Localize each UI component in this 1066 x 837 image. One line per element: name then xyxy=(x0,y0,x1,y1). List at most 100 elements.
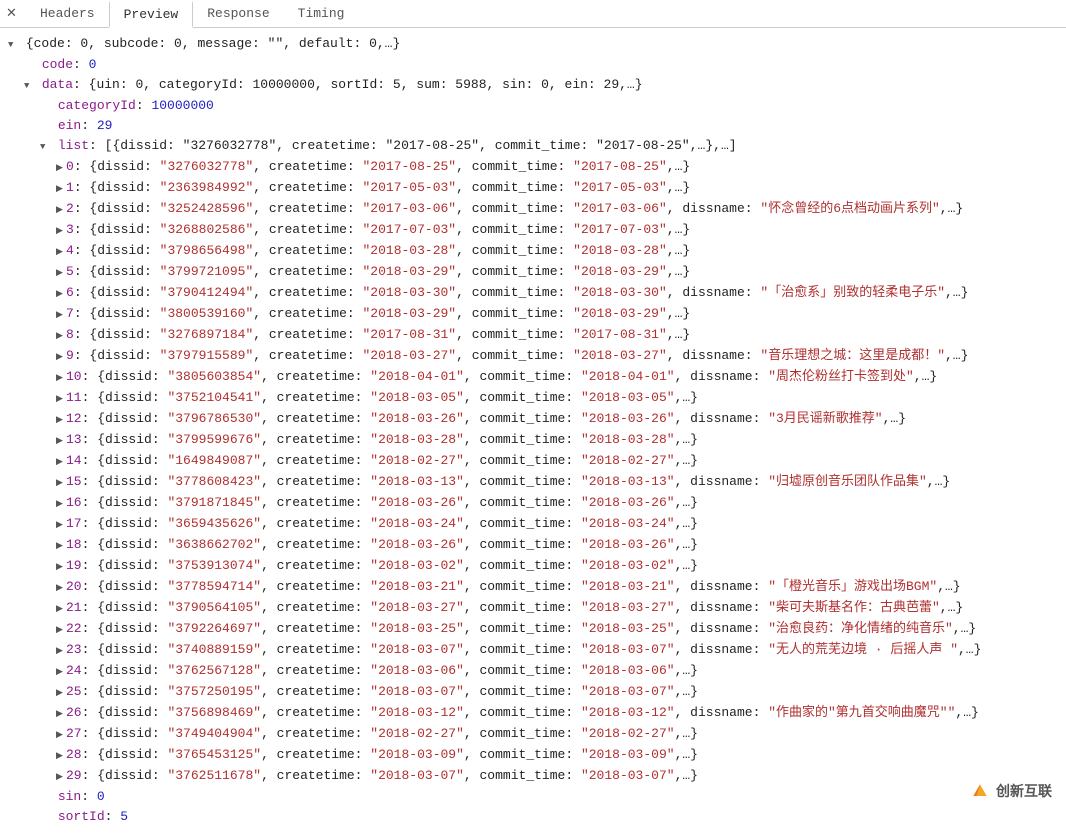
json-list-item[interactable]: 14: {dissid: "1649849087", createtime: "… xyxy=(56,451,1062,472)
json-prop-sortId[interactable]: sortId: 5 xyxy=(40,807,1062,827)
json-prop-list[interactable]: list: [{dissid: "3276032778", createtime… xyxy=(40,136,1062,157)
expand-icon[interactable] xyxy=(56,514,66,535)
json-dissid: "3762567128" xyxy=(167,663,261,678)
json-list-item[interactable]: 19: {dissid: "3753913074", createtime: "… xyxy=(56,556,1062,577)
json-dissid: "3778608423" xyxy=(167,474,261,489)
json-list-item[interactable]: 23: {dissid: "3740889159", createtime: "… xyxy=(56,640,1062,661)
json-value: 0 xyxy=(89,57,97,72)
json-list-item[interactable]: 1: {dissid: "2363984992", createtime: "2… xyxy=(56,178,1062,199)
json-prop-categoryId[interactable]: categoryId: 10000000 xyxy=(40,96,1062,116)
json-prop-ein[interactable]: ein: 29 xyxy=(40,116,1062,136)
json-dissid: "3791871845" xyxy=(167,495,261,510)
expand-icon[interactable] xyxy=(56,703,66,724)
json-prop-sin[interactable]: sin: 0 xyxy=(40,787,1062,807)
expand-icon[interactable] xyxy=(56,178,66,199)
json-list-item[interactable]: 2: {dissid: "3252428596", createtime: "2… xyxy=(56,199,1062,220)
json-root[interactable]: {code: 0, subcode: 0, message: "", defau… xyxy=(8,34,1062,55)
json-list-item[interactable]: 9: {dissid: "3797915589", createtime: "2… xyxy=(56,346,1062,367)
json-list-item[interactable]: 13: {dissid: "3799599676", createtime: "… xyxy=(56,430,1062,451)
expand-icon[interactable] xyxy=(56,451,66,472)
expand-icon[interactable] xyxy=(56,745,66,766)
expand-icon[interactable] xyxy=(56,766,66,787)
expand-icon[interactable] xyxy=(56,577,66,598)
json-commit-time: "2018-03-25" xyxy=(581,621,675,636)
json-index: 27 xyxy=(66,726,82,741)
json-value: 29 xyxy=(97,118,113,133)
json-list-item[interactable]: 24: {dissid: "3762567128", createtime: "… xyxy=(56,661,1062,682)
expand-icon[interactable] xyxy=(56,346,66,367)
json-index: 8 xyxy=(66,327,74,342)
json-commit-time: "2018-03-21" xyxy=(581,579,675,594)
expand-icon[interactable] xyxy=(56,619,66,640)
json-prop-code[interactable]: code: 0 xyxy=(24,55,1062,75)
expand-icon[interactable] xyxy=(56,262,66,283)
json-index: 24 xyxy=(66,663,82,678)
json-value: 10000000 xyxy=(151,98,213,113)
expand-icon[interactable] xyxy=(56,388,66,409)
expand-icon[interactable] xyxy=(56,493,66,514)
json-dissname: "治愈良药：净化情绪的纯音乐" xyxy=(768,621,953,636)
expand-icon[interactable] xyxy=(56,724,66,745)
json-list-item[interactable]: 26: {dissid: "3756898469", createtime: "… xyxy=(56,703,1062,724)
json-list-item[interactable]: 22: {dissid: "3792264697", createtime: "… xyxy=(56,619,1062,640)
json-commit-time: "2017-08-31" xyxy=(573,327,667,342)
expand-icon[interactable] xyxy=(56,661,66,682)
json-list-item[interactable]: 4: {dissid: "3798656498", createtime: "2… xyxy=(56,241,1062,262)
tab-preview[interactable]: Preview xyxy=(109,1,194,28)
expand-icon[interactable] xyxy=(56,367,66,388)
json-index: 21 xyxy=(66,600,82,615)
json-commit-time: "2018-02-27" xyxy=(581,726,675,741)
json-list-item[interactable]: 5: {dissid: "3799721095", createtime: "2… xyxy=(56,262,1062,283)
json-list-item[interactable]: 8: {dissid: "3276897184", createtime: "2… xyxy=(56,325,1062,346)
json-dissid: "3252428596" xyxy=(160,201,254,216)
json-list-item[interactable]: 6: {dissid: "3790412494", createtime: "2… xyxy=(56,283,1062,304)
json-list-item[interactable]: 27: {dissid: "3749404904", createtime: "… xyxy=(56,724,1062,745)
expand-icon[interactable] xyxy=(56,556,66,577)
json-index: 5 xyxy=(66,264,74,279)
expand-icon[interactable] xyxy=(56,535,66,556)
close-icon[interactable]: ✕ xyxy=(6,6,18,21)
expand-icon[interactable] xyxy=(56,409,66,430)
expand-icon[interactable] xyxy=(56,157,66,178)
tab-response[interactable]: Response xyxy=(193,0,283,27)
expand-icon[interactable] xyxy=(56,430,66,451)
expand-icon[interactable] xyxy=(56,682,66,703)
expand-icon[interactable] xyxy=(40,136,50,157)
json-createtime: "2018-03-28" xyxy=(362,243,456,258)
json-list-item[interactable]: 18: {dissid: "3638662702", createtime: "… xyxy=(56,535,1062,556)
expand-icon[interactable] xyxy=(8,34,18,55)
json-list-item[interactable]: 21: {dissid: "3790564105", createtime: "… xyxy=(56,598,1062,619)
json-index: 22 xyxy=(66,621,82,636)
tab-timing[interactable]: Timing xyxy=(284,0,359,27)
expand-icon[interactable] xyxy=(56,325,66,346)
json-list-item[interactable]: 15: {dissid: "3778608423", createtime: "… xyxy=(56,472,1062,493)
expand-icon[interactable] xyxy=(56,241,66,262)
json-list-item[interactable]: 3: {dissid: "3268802586", createtime: "2… xyxy=(56,220,1062,241)
json-list-item[interactable]: 7: {dissid: "3800539160", createtime: "2… xyxy=(56,304,1062,325)
expand-icon[interactable] xyxy=(56,472,66,493)
json-list-item[interactable]: 28: {dissid: "3765453125", createtime: "… xyxy=(56,745,1062,766)
json-list-item[interactable]: 17: {dissid: "3659435626", createtime: "… xyxy=(56,514,1062,535)
json-list-item[interactable]: 11: {dissid: "3752104541", createtime: "… xyxy=(56,388,1062,409)
expand-icon[interactable] xyxy=(56,199,66,220)
json-list-item[interactable]: 0: {dissid: "3276032778", createtime: "2… xyxy=(56,157,1062,178)
json-prop-data[interactable]: data: {uin: 0, categoryId: 10000000, sor… xyxy=(24,75,1062,96)
expand-icon[interactable] xyxy=(56,598,66,619)
json-list-item[interactable]: 25: {dissid: "3757250195", createtime: "… xyxy=(56,682,1062,703)
expand-icon[interactable] xyxy=(56,640,66,661)
expand-icon[interactable] xyxy=(56,220,66,241)
json-list-item[interactable]: 10: {dissid: "3805603854", createtime: "… xyxy=(56,367,1062,388)
json-list-item[interactable]: 29: {dissid: "3762511678", createtime: "… xyxy=(56,766,1062,787)
json-dissid: "3796786530" xyxy=(167,411,261,426)
tab-headers[interactable]: Headers xyxy=(26,0,109,27)
json-list-item[interactable]: 12: {dissid: "3796786530", createtime: "… xyxy=(56,409,1062,430)
json-createtime: "2017-08-31" xyxy=(362,327,456,342)
json-dissid: "3790564105" xyxy=(167,600,261,615)
expand-icon[interactable] xyxy=(56,304,66,325)
expand-icon[interactable] xyxy=(24,75,34,96)
json-dissid: "3276032778" xyxy=(160,159,254,174)
expand-icon[interactable] xyxy=(56,283,66,304)
json-list-item[interactable]: 20: {dissid: "3778594714", createtime: "… xyxy=(56,577,1062,598)
json-commit-time: "2018-03-13" xyxy=(581,474,675,489)
json-list-item[interactable]: 16: {dissid: "3791871845", createtime: "… xyxy=(56,493,1062,514)
